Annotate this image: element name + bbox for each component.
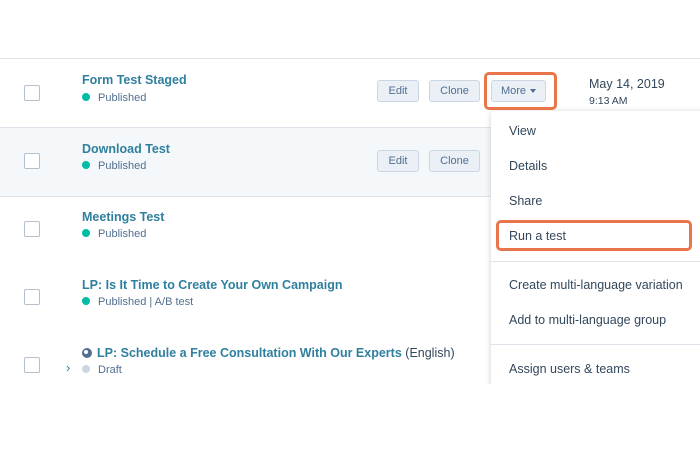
row-title[interactable]: LP: Schedule a Free Consultation With Ou… [97, 346, 402, 360]
row-status: Published [82, 160, 146, 172]
draft-status-icon [82, 365, 90, 373]
menu-item-view[interactable]: View [509, 124, 536, 138]
row-title[interactable]: LP: Is It Time to Create Your Own Campai… [82, 278, 342, 292]
row-status: Published | A/B test [82, 296, 193, 308]
row-status-label: Published [98, 228, 147, 240]
more-button-highlight [484, 72, 557, 110]
row-status-label: Draft [98, 364, 122, 376]
menu-item-add-to-multi-language-group[interactable]: Add to multi-language group [509, 313, 666, 327]
menu-item-details[interactable]: Details [509, 159, 547, 173]
row-status: Draft [82, 364, 122, 376]
published-status-icon [82, 161, 90, 169]
row-status: Published [82, 228, 146, 240]
updated-date: May 14, 2019 [589, 77, 665, 91]
row-checkbox[interactable] [24, 85, 40, 101]
row-checkbox[interactable] [24, 221, 40, 237]
menu-divider [491, 344, 700, 345]
row-checkbox[interactable] [24, 289, 40, 305]
row-title[interactable]: Form Test Staged [82, 73, 187, 87]
row-title[interactable]: Download Test [82, 142, 170, 156]
menu-item-share[interactable]: Share [509, 194, 542, 208]
clone-button[interactable]: Clone [429, 150, 480, 172]
row-status-label: Published [98, 160, 147, 172]
menu-item-assign-users-teams[interactable]: Assign users & teams [509, 362, 630, 376]
clone-button[interactable]: Clone [429, 80, 480, 102]
row-title[interactable]: Meetings Test [82, 210, 164, 224]
updated-time: 9:13 AM [589, 95, 628, 107]
row-checkbox[interactable] [24, 153, 40, 169]
content-list-panel: Form Test Staged Published Edit Clone Mo… [0, 0, 700, 384]
published-status-icon [82, 229, 90, 237]
published-status-icon [82, 93, 90, 101]
edit-button[interactable]: Edit [377, 80, 419, 102]
row-language: (English) [405, 346, 455, 360]
edit-button[interactable]: Edit [377, 150, 419, 172]
published-status-icon [82, 297, 90, 305]
row-status: Published [82, 92, 146, 104]
menu-divider [491, 261, 700, 262]
row-title-group: LP: Schedule a Free Consultation With Ou… [82, 346, 455, 360]
row-checkbox[interactable] [24, 357, 40, 373]
row-status-label: Published | A/B test [98, 296, 194, 308]
chevron-right-icon[interactable]: › [66, 360, 70, 375]
row-status-label: Published [98, 92, 147, 104]
run-a-test-highlight [496, 220, 692, 251]
globe-icon [82, 348, 92, 358]
menu-item-create-multi-language-variation[interactable]: Create multi-language variation [509, 278, 683, 292]
